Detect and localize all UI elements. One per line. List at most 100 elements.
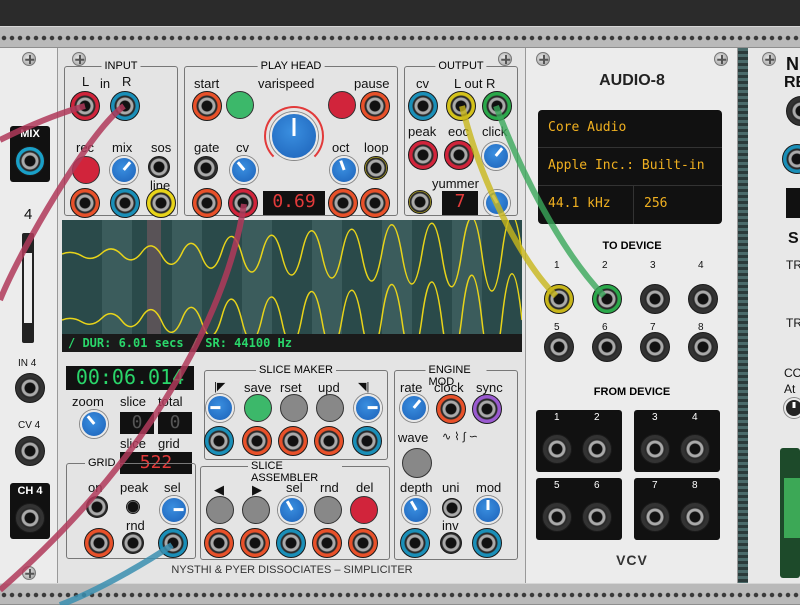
line-jack[interactable] bbox=[146, 188, 176, 218]
ch4-output-jack[interactable] bbox=[15, 503, 45, 533]
grid-rnd-toggle[interactable] bbox=[122, 532, 144, 554]
upd-jack[interactable] bbox=[314, 426, 344, 456]
out-cv-jack[interactable] bbox=[408, 91, 438, 121]
oct-knob[interactable] bbox=[330, 156, 358, 184]
from-device-jack[interactable] bbox=[542, 434, 572, 464]
cv4-jack[interactable] bbox=[15, 436, 45, 466]
in4-jack[interactable] bbox=[15, 373, 45, 403]
right-jack-1[interactable] bbox=[786, 96, 800, 126]
mod-jack[interactable] bbox=[472, 528, 502, 558]
save-jack[interactable] bbox=[242, 426, 272, 456]
rate-knob[interactable] bbox=[400, 394, 428, 422]
inv-toggle[interactable] bbox=[440, 532, 462, 554]
mix-output-jack[interactable] bbox=[15, 146, 45, 176]
waveform-display[interactable]: / DUR: 6.01 secs / SR: 44100 Hz bbox=[62, 220, 522, 352]
slice-start-jack[interactable] bbox=[204, 426, 234, 456]
out-r-jack[interactable] bbox=[482, 91, 512, 121]
to-device-jack[interactable] bbox=[592, 284, 622, 314]
upd-button[interactable] bbox=[316, 394, 344, 422]
rec-jack[interactable] bbox=[70, 188, 100, 218]
depth-knob[interactable] bbox=[402, 496, 430, 524]
from-device-number: 8 bbox=[692, 480, 698, 491]
mix-knob[interactable] bbox=[110, 156, 138, 184]
out-l-jack[interactable] bbox=[446, 91, 476, 121]
sa-del-jack[interactable] bbox=[348, 528, 378, 558]
block-size-select[interactable]: 256 bbox=[634, 186, 677, 224]
to-device-jack[interactable] bbox=[544, 332, 574, 362]
to-device-jack[interactable] bbox=[640, 284, 670, 314]
from-device-jack[interactable] bbox=[680, 434, 710, 464]
slice-end-jack[interactable] bbox=[352, 426, 382, 456]
rec-button[interactable] bbox=[72, 156, 100, 184]
input-r-jack[interactable] bbox=[110, 91, 140, 121]
gate-button[interactable] bbox=[194, 156, 218, 180]
oct-jack[interactable] bbox=[328, 188, 358, 218]
rset-label: rset bbox=[280, 380, 302, 395]
from-device-number: 4 bbox=[692, 412, 698, 423]
prev-slice-jack[interactable] bbox=[204, 528, 234, 558]
from-device-jack[interactable] bbox=[640, 434, 670, 464]
right-knob[interactable] bbox=[784, 398, 800, 418]
yummer-knob[interactable] bbox=[484, 190, 510, 216]
grid-on-jack[interactable] bbox=[84, 528, 114, 558]
sa-rnd-button[interactable] bbox=[314, 496, 342, 524]
cv-jack[interactable] bbox=[228, 188, 258, 218]
sa-del-button[interactable] bbox=[350, 496, 378, 524]
from-device-jack[interactable] bbox=[582, 502, 612, 532]
eoc-jack[interactable] bbox=[444, 140, 474, 170]
to-device-jack[interactable] bbox=[592, 332, 622, 362]
next-slice-jack[interactable] bbox=[240, 528, 270, 558]
to-device-jack[interactable] bbox=[688, 284, 718, 314]
start-button[interactable] bbox=[226, 91, 254, 119]
driver-select[interactable]: Core Audio bbox=[538, 110, 722, 148]
from-device-jack[interactable] bbox=[582, 434, 612, 464]
rate-label: rate bbox=[400, 380, 423, 395]
mix-jack[interactable] bbox=[110, 188, 140, 218]
click-knob[interactable] bbox=[482, 142, 510, 170]
varispeed-knob[interactable] bbox=[270, 112, 318, 160]
waveform-icons: ∿ ⌇ ∫ ∽ bbox=[442, 431, 478, 443]
rset-button[interactable] bbox=[280, 394, 308, 422]
loop-jack[interactable] bbox=[360, 188, 390, 218]
uni-toggle[interactable] bbox=[442, 498, 462, 518]
save-button[interactable] bbox=[244, 394, 272, 422]
pause-jack[interactable] bbox=[360, 91, 390, 121]
to-device-jack[interactable] bbox=[688, 332, 718, 362]
zoom-knob[interactable] bbox=[80, 410, 108, 438]
gate-jack[interactable] bbox=[192, 188, 222, 218]
peak-jack[interactable] bbox=[408, 140, 438, 170]
mod-knob[interactable] bbox=[474, 496, 502, 524]
loop-toggle[interactable] bbox=[364, 156, 388, 180]
from-device-jack[interactable] bbox=[640, 502, 670, 532]
sa-rnd-jack[interactable] bbox=[312, 528, 342, 558]
to-device-jack[interactable] bbox=[544, 284, 574, 314]
rset-jack[interactable] bbox=[278, 426, 308, 456]
depth-jack[interactable] bbox=[400, 528, 430, 558]
sync-jack[interactable] bbox=[472, 394, 502, 424]
sos-jack[interactable] bbox=[148, 156, 170, 178]
grid-sel-jack[interactable] bbox=[158, 528, 188, 558]
pause-button[interactable] bbox=[328, 91, 356, 119]
sa-sel-knob[interactable] bbox=[278, 496, 306, 524]
grid-on-toggle[interactable] bbox=[86, 496, 108, 518]
cv-knob[interactable] bbox=[230, 156, 258, 184]
device-select[interactable]: Apple Inc.: Built-in bbox=[538, 148, 722, 186]
prev-slice-button[interactable] bbox=[206, 496, 234, 524]
sample-rate-select[interactable]: 44.1 kHz bbox=[538, 186, 634, 224]
right-jack-2[interactable] bbox=[782, 144, 800, 174]
wave-button[interactable] bbox=[402, 448, 432, 478]
level-fader[interactable] bbox=[22, 233, 34, 343]
grid-peak-led bbox=[126, 500, 140, 514]
from-device-jack[interactable] bbox=[680, 502, 710, 532]
sa-sel-jack[interactable] bbox=[276, 528, 306, 558]
input-l-jack[interactable] bbox=[70, 91, 100, 121]
from-device-jack[interactable] bbox=[542, 502, 572, 532]
grid-sel-knob[interactable] bbox=[160, 496, 188, 524]
slice-end-knob[interactable] bbox=[354, 394, 382, 422]
next-slice-button[interactable] bbox=[242, 496, 270, 524]
slice-start-knob[interactable] bbox=[206, 394, 234, 422]
clock-jack[interactable] bbox=[436, 394, 466, 424]
yummer-toggle[interactable] bbox=[408, 190, 432, 214]
start-jack[interactable] bbox=[192, 91, 222, 121]
to-device-jack[interactable] bbox=[640, 332, 670, 362]
